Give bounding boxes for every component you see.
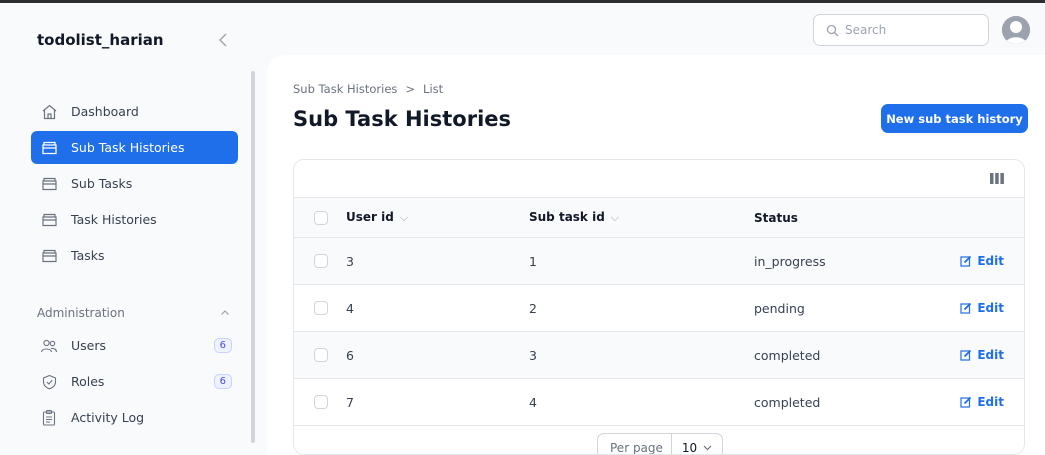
collapse-sidebar-button[interactable] [218,32,228,52]
clipboard-icon [40,409,58,426]
breadcrumb-current: List [423,82,444,96]
breadcrumb-separator: > [405,82,416,96]
sort-chevron-icon: ⌵ [610,211,620,224]
table-row: 4 2 pending Edit [294,285,1024,332]
table-card: User id ⌵ Sub task id ⌵ Status 3 1 in_prog… [293,159,1025,455]
group-header-administration[interactable]: Administration [31,296,238,329]
cell-status: in_progress [754,253,826,269]
row-checkbox[interactable] [314,301,328,315]
per-page-select[interactable]: 10 [672,441,722,454]
edit-button[interactable]: Edit [960,395,1004,409]
cell-sub-task-id: 2 [529,300,537,316]
group-label: Administration [37,305,125,320]
cell-user-id: 3 [346,253,354,269]
count-badge: 6 [213,338,232,353]
chevron-left-icon [219,33,227,47]
row-checkbox[interactable] [314,254,328,268]
per-page-label: Per page [598,434,672,454]
cell-status: completed [754,347,821,363]
table-toolbar [294,160,1024,198]
new-sub-task-history-button[interactable]: New sub task history [881,104,1028,133]
cell-status: pending [754,300,805,316]
sidebar-item-tasks[interactable]: Tasks [31,239,238,272]
sidebar: todolist_harian Dashboard Sub Task Histo… [0,3,255,455]
table-row: 7 4 completed Edit [294,379,1024,426]
search-input[interactable]: Search [813,14,989,46]
home-icon [40,104,58,120]
edit-icon [960,349,972,361]
breadcrumb: Sub Task Histories > List [293,82,443,96]
sidebar-item-label: Activity Log [71,410,145,425]
sidebar-item-dashboard[interactable]: Dashboard [31,95,238,128]
sort-chevron-icon: ⌵ [399,211,409,224]
sidebar-scrollbar[interactable] [251,71,255,443]
column-header-sub-task-id[interactable]: Sub task id ⌵ [529,210,619,225]
main-content: Sub Task Histories > List Sub Task Histo… [267,55,1045,455]
breadcrumb-parent-link[interactable]: Sub Task Histories [293,82,397,96]
sidebar-item-label: Roles [71,374,105,389]
avatar[interactable] [1002,16,1030,44]
table-row: 3 1 in_progress Edit [294,238,1024,285]
table-row: 6 3 completed Edit [294,332,1024,379]
sidebar-item-activity-log[interactable]: Activity Log [31,401,238,434]
sidebar-item-sub-task-histories[interactable]: Sub Task Histories [31,131,238,164]
columns-toggle-icon[interactable] [990,173,1004,188]
search-icon [826,24,839,37]
row-checkbox[interactable] [314,395,328,409]
sidebar-item-label: Task Histories [71,212,157,227]
edit-icon [960,255,972,267]
app-title: todolist_harian [37,31,164,49]
edit-button[interactable]: Edit [960,254,1004,268]
cell-user-id: 7 [346,394,354,410]
sidebar-nav: Dashboard Sub Task Histories Sub Tasks T… [31,95,238,275]
cell-user-id: 6 [346,347,354,363]
sidebar-item-label: Sub Tasks [71,176,133,191]
count-badge: 6 [213,374,232,389]
users-icon [40,338,58,354]
folder-icon [40,212,58,228]
sidebar-item-task-histories[interactable]: Task Histories [31,203,238,236]
sidebar-item-label: Tasks [71,248,105,263]
pagination-per-page: Per page 10 [597,433,724,454]
column-header-user-id[interactable]: User id ⌵ [346,210,408,225]
sidebar-item-roles[interactable]: Roles 6 [31,365,238,398]
folder-icon [40,140,58,156]
table-header: User id ⌵ Sub task id ⌵ Status [294,198,1024,238]
folder-icon [40,248,58,264]
sidebar-item-users[interactable]: Users 6 [31,329,238,362]
edit-button[interactable]: Edit [960,348,1004,362]
edit-icon [960,302,972,314]
cell-sub-task-id: 4 [529,394,537,410]
folder-icon [40,176,58,192]
sidebar-item-label: Dashboard [71,104,139,119]
search-placeholder: Search [845,23,887,37]
column-header-status: Status [754,210,798,225]
sidebar-item-label: Users [71,338,107,353]
edit-button[interactable]: Edit [960,301,1004,315]
page-title: Sub Task Histories [293,107,512,131]
shield-check-icon [40,374,58,390]
select-all-checkbox[interactable] [314,210,328,225]
cell-sub-task-id: 3 [529,347,537,363]
cell-user-id: 4 [346,300,354,316]
user-avatar-icon [1002,16,1030,44]
row-checkbox[interactable] [314,348,328,362]
chevron-up-icon [221,310,229,315]
chevron-down-icon [703,445,712,451]
edit-icon [960,396,972,408]
cell-sub-task-id: 1 [529,253,537,269]
sidebar-group-administration: Administration Users 6 Roles 6 Activity … [31,296,238,437]
sidebar-item-label: Sub Task Histories [71,140,185,155]
sidebar-item-sub-tasks[interactable]: Sub Tasks [31,167,238,200]
cell-status: completed [754,394,821,410]
